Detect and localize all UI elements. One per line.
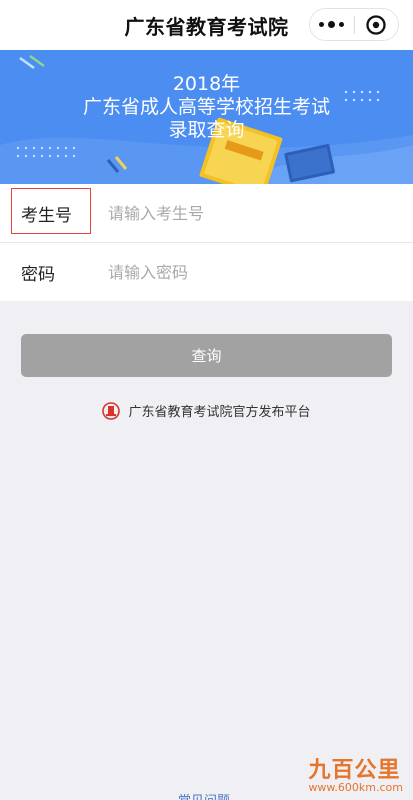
watermark-url: www.600km.com — [308, 781, 403, 794]
banner-subheading: 录取查询 — [168, 119, 245, 141]
official-platform-text: 广东省教育考试院官方发布平台 — [128, 405, 311, 420]
exam-number-label: 考生号 — [21, 205, 72, 226]
close-button[interactable] — [355, 9, 399, 40]
query-button[interactable]: 查询 — [21, 334, 392, 377]
official-platform: 广东省教育考试院官方发布平台 — [0, 401, 413, 420]
watermark-text: 九百公里 — [308, 758, 401, 783]
login-form: 考生号 密码 — [0, 184, 413, 301]
more-dots-icon — [319, 21, 345, 28]
close-circle-icon — [366, 14, 386, 35]
password-input[interactable] — [108, 257, 398, 287]
banner-heading: 广东省成人高等学校招生考试 — [82, 96, 330, 118]
exam-number-row: 考生号 — [0, 184, 413, 242]
mini-program-capsule — [309, 8, 399, 41]
nav-bar: 广东省教育考试院 — [0, 0, 413, 50]
faq-link[interactable]: 常见问题 — [178, 790, 230, 800]
more-button[interactable] — [310, 9, 354, 40]
password-label: 密码 — [21, 264, 55, 285]
official-logo-icon — [102, 401, 121, 420]
password-row: 密码 — [0, 242, 413, 301]
page: 广东省教育考试院 2018年 广东省成人高等学校招生考试 录取查询 考生号 请输… — [0, 0, 413, 800]
banner-year: 2018年 — [172, 73, 241, 95]
page-title: 广东省教育考试院 — [124, 14, 289, 39]
banner: 2018年 广东省成人高等学校招生考试 录取查询 — [0, 50, 413, 184]
exam-number-input[interactable] — [108, 198, 398, 228]
watermark: 九百公里 www.600km.com — [308, 752, 403, 794]
